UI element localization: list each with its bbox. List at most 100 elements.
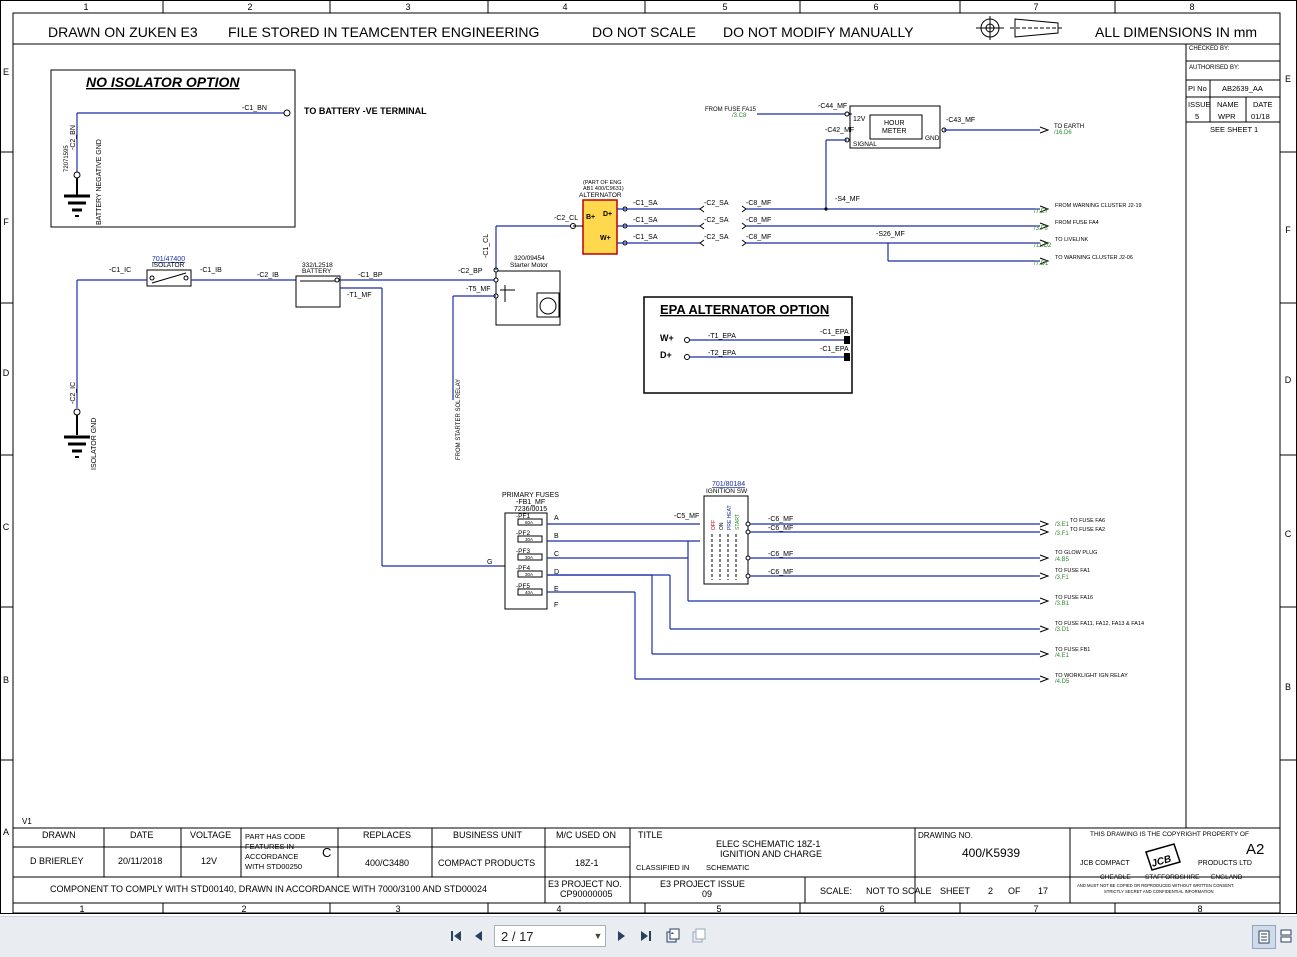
col-number: 8: [1189, 2, 1194, 12]
previous-page-button[interactable]: [468, 925, 490, 947]
starter-label: Starter Motor: [510, 262, 549, 269]
schematic-sheet: 1 2 3 4 5 6 7 8 1 2 3 4 5 6 7 8 E F D C …: [0, 0, 1297, 916]
alternator-outputs: -C1_SA -C1_SA -C1_SA -C2_SA -C2_SA -C2_S…: [617, 200, 1040, 262]
name-value: WPR: [1218, 112, 1236, 121]
c2-sa-label: -C2_SA: [704, 234, 729, 241]
c2-ic-label: -C2_IC: [70, 382, 77, 404]
to-earth-ref: /16.D6: [1054, 130, 1072, 136]
row-letter: B: [3, 675, 9, 685]
sheet-border-outer: [0, 0, 1297, 914]
c2-sa-label: -C2_SA: [704, 217, 729, 224]
products-ltd: PRODUCTS LTD: [1198, 860, 1252, 867]
first-page-button[interactable]: [445, 925, 467, 947]
hour-meter: FROM FUSE FA15 /3.C8 -C44_MF -C42_MF HOU…: [705, 103, 1084, 211]
header-strip: DRAWN ON ZUKEN E3 FILE STORED IN TEAMCEN…: [48, 24, 1257, 40]
hour-label: HOUR: [884, 120, 905, 127]
fuse-letter: A: [554, 515, 559, 522]
part-code-2: FEATURES IN: [245, 842, 294, 851]
c1-cl-label: -C1_CL: [483, 234, 490, 258]
pi-no-value: AB2639_AA: [1222, 84, 1263, 93]
c5-mf-label: -C5_MF: [674, 513, 699, 520]
drawing-no-value: 400/K5939: [962, 846, 1020, 860]
epa-title: EPA ALTERNATOR OPTION: [660, 302, 829, 317]
row-letter: C: [3, 522, 10, 532]
alternator-body: [582, 199, 618, 255]
row-letters: E F D C B A E F D C B: [3, 67, 1292, 837]
w-plus: W+: [600, 235, 611, 242]
signal-label: SIGNAL: [853, 141, 877, 148]
date-label: DATE: [130, 830, 153, 840]
jcb-logo: JCB: [1145, 843, 1181, 871]
output-bottom-ref: /3.F1: [1055, 531, 1069, 537]
sheet-border-inner: [12, 12, 1281, 914]
date-value: 20/11/2018: [118, 856, 162, 866]
t5-mf-label: -T5_MF: [466, 286, 491, 293]
back-view-button[interactable]: [662, 925, 684, 947]
issue-label: ISSUE: [1188, 100, 1211, 109]
part-code-3: ACCORDANCE: [245, 852, 298, 861]
epa-alternator-option: EPA ALTERNATOR OPTION W+ D+ -T1_EPA -T2_…: [643, 296, 853, 394]
single-page-view-button[interactable]: [1252, 925, 1276, 949]
next-page-icon: [618, 931, 625, 941]
col-number: 6: [879, 904, 884, 914]
jcb-compact: JCB COMPACT: [1080, 860, 1130, 867]
sheet-size: A2: [1246, 841, 1264, 858]
part-code-1: PART HAS CODE: [245, 832, 305, 841]
no-isolator-ref: 72071595: [64, 145, 70, 172]
last-page-button[interactable]: [635, 925, 657, 947]
output-bottom-text: TO FUSE FA2: [1070, 527, 1105, 533]
row-letter: F: [3, 217, 9, 227]
drawing-no-label: DRAWING NO.: [918, 831, 973, 840]
sheet-label: SHEET: [940, 886, 971, 896]
c2-ib-label: -C2_IB: [257, 272, 279, 279]
e3-project-label: E3 PROJECT NO.: [548, 879, 622, 889]
col-number: 1: [83, 2, 88, 12]
continuous-view-button[interactable]: [1275, 925, 1297, 947]
no-isolator-title: NO ISOLATOR OPTION: [86, 74, 240, 90]
forward-view-button[interactable]: [688, 925, 710, 947]
continuous-page-icon: [1280, 929, 1292, 943]
fuses-ref2: 7236/0015: [514, 506, 547, 513]
col-number: 1: [79, 904, 84, 914]
title-line1: ELEC SCHEMATIC 18Z-1: [716, 839, 820, 849]
isolator-section: 701/47400 ISOLATOR -C1_IC -C1_IB -C2_IB …: [64, 256, 500, 567]
c43-mf-label: -C43_MF: [946, 117, 975, 124]
chevron-down-icon[interactable]: ▼: [591, 931, 605, 941]
page-number-input[interactable]: 2 / 17 ▼: [494, 925, 606, 947]
staffordshire: STAFFORDSHIRE: [1145, 874, 1200, 881]
col-number: 5: [716, 904, 721, 914]
checked-by-label: CHECKED BY:: [1189, 46, 1230, 52]
output-top-text: TO LIVELINK: [1055, 237, 1089, 243]
c2-bn-label: -C2_BN: [70, 125, 77, 150]
drawn-value: D BRIERLEY: [30, 856, 84, 866]
c6-mf-label: -C6_MF: [768, 551, 793, 558]
c8-mf-label: -C8_MF: [746, 234, 771, 241]
fuse-rating: 30A: [525, 572, 533, 577]
fuse-rating: 30A: [525, 555, 533, 560]
col-number: 2: [241, 904, 246, 914]
last-page-icon: [641, 931, 651, 941]
starter-motor: 320/09454 Starter Motor -C2_BP -T5_MF -C…: [452, 225, 573, 460]
no-isolator-option: NO ISOLATOR OPTION -C1_BN TO BATTERY -VE…: [50, 69, 427, 228]
e3-project-value: CP90000005: [560, 889, 613, 899]
of-value: 17: [1038, 886, 1048, 896]
col-number: 5: [722, 2, 727, 12]
c1-epa-label: -C1_EPA: [820, 346, 849, 353]
of-label: OF: [1008, 886, 1021, 896]
output-bottom-ref: /3.D1: [1055, 627, 1070, 633]
output-top-ref: /7.D1: [1034, 261, 1049, 267]
replaces-value: 400/C3480: [365, 858, 409, 868]
see-sheet: SEE SHEET 1: [1210, 125, 1258, 134]
fuse-letter: G: [487, 559, 492, 566]
12v-label: 12V: [853, 116, 866, 123]
c6-mf-label: -C6_MF: [768, 525, 793, 532]
s26-mf-label: -S26_MF: [876, 231, 905, 238]
output-bottom-text: TO FUSE FA1: [1055, 568, 1090, 574]
part-code-class: C: [322, 845, 331, 860]
header-all-dims: ALL DIMENSIONS IN mm: [1095, 24, 1257, 40]
next-page-button[interactable]: [610, 925, 632, 947]
t2-epa-label: -T2_EPA: [708, 350, 736, 357]
date-label: DATE: [1253, 100, 1272, 109]
fuse-letter: C: [554, 551, 559, 558]
ignition-link[interactable]: 701/80184: [712, 481, 745, 488]
